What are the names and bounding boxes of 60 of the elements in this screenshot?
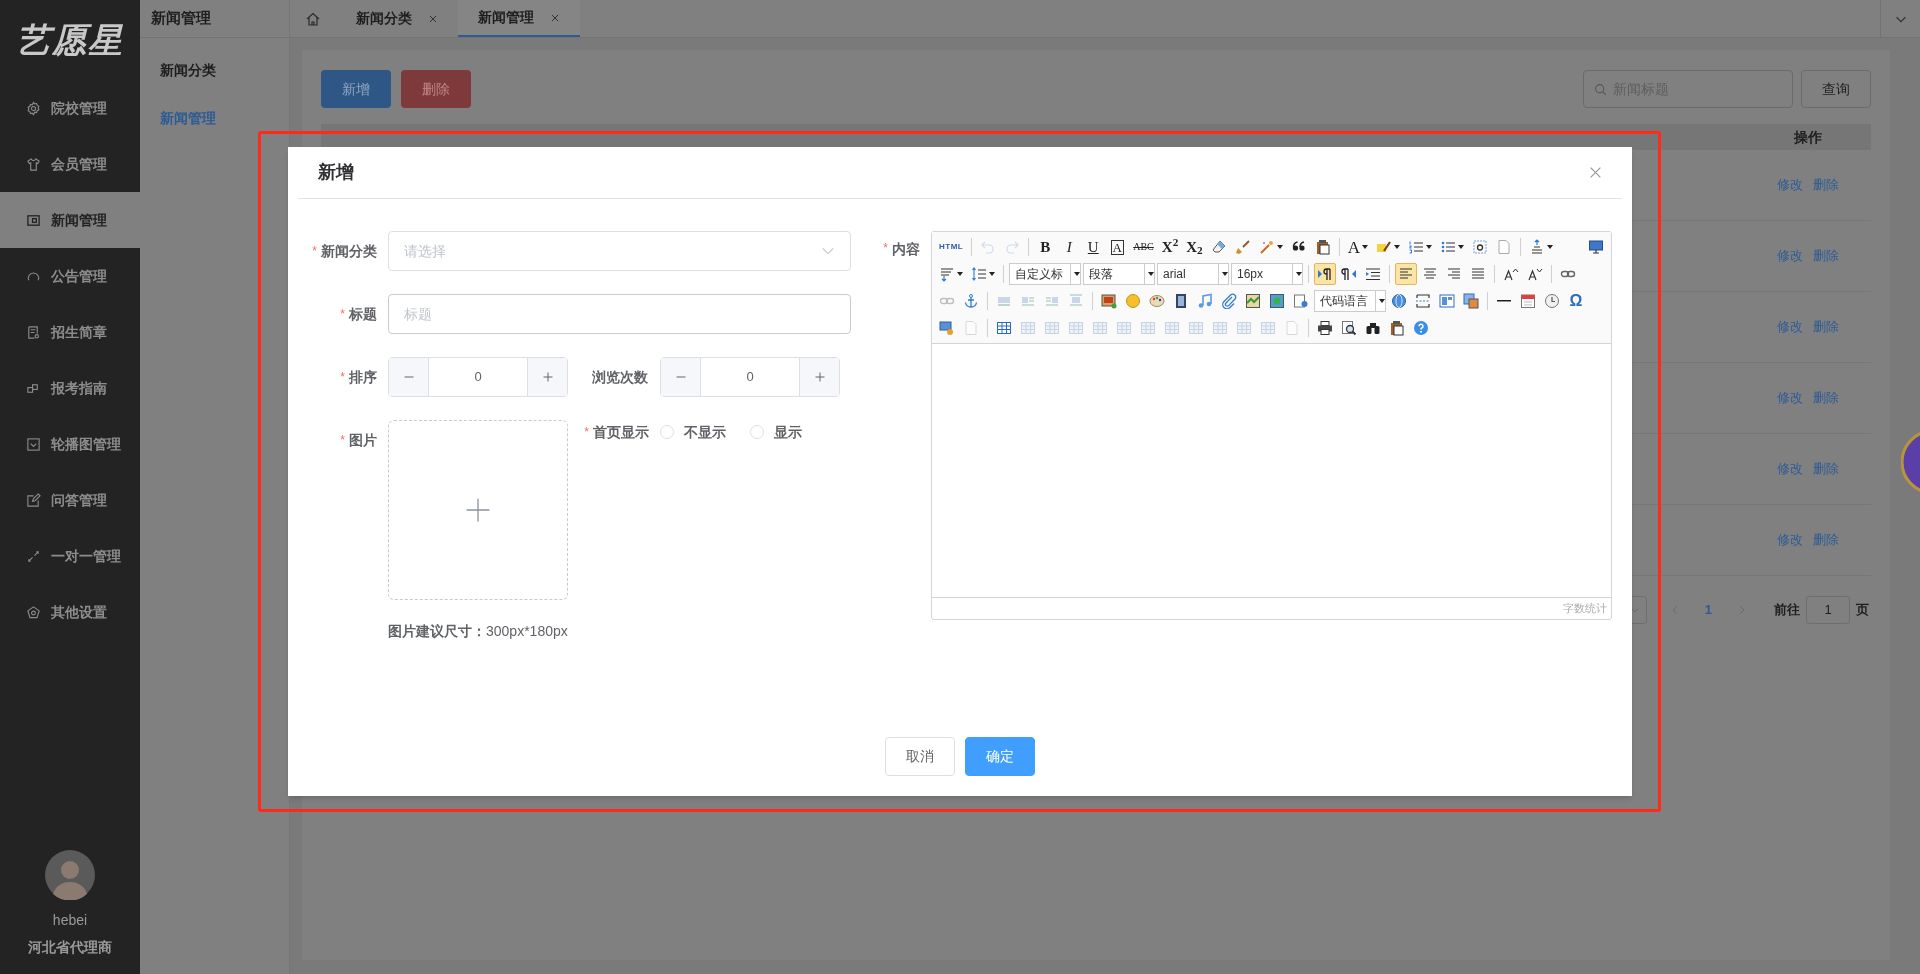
toolbar-select[interactable]: 自定义标 xyxy=(1009,263,1081,285)
toolbar-button[interactable]: A xyxy=(1344,236,1371,258)
add-button[interactable]: 新增 xyxy=(321,70,391,108)
toolbar-button[interactable]: X$_{2}$ xyxy=(1183,236,1206,258)
image-size-hint: 图片建议尺寸：300px*180px xyxy=(387,622,569,641)
user-role: 河北省代理商 xyxy=(28,938,112,957)
toolbar-button[interactable]: B xyxy=(1034,236,1057,258)
field-label: 排序 xyxy=(349,367,377,387)
toolbar-select[interactable]: arial xyxy=(1157,263,1229,285)
sidebar-item[interactable]: 会员管理 xyxy=(0,136,140,192)
required-mark: * xyxy=(883,240,888,257)
delete-button[interactable]: 删除 xyxy=(401,70,471,108)
dialog-title: 新增 xyxy=(318,161,354,184)
sidebar-item[interactable]: 一对一管理 xyxy=(0,528,140,584)
sidebar-item[interactable]: 问答管理 xyxy=(0,472,140,528)
sidebar-item[interactable]: 公告管理 xyxy=(0,248,140,304)
sidebar-item[interactable]: 院校管理 xyxy=(0,80,140,136)
sub-nav-item[interactable]: 新闻分类 xyxy=(140,46,289,94)
toolbar-button[interactable]: I xyxy=(1058,236,1081,258)
toolbar-select[interactable]: 段落 xyxy=(1083,263,1155,285)
field-label: 内容 xyxy=(892,240,920,259)
sidebar-item[interactable]: 其他设置 xyxy=(0,584,140,640)
field-label: 标题 xyxy=(349,304,377,324)
field-label: 浏览次数 xyxy=(592,367,648,387)
field-label: 新闻分类 xyxy=(321,241,377,261)
page-input[interactable]: 1 xyxy=(1806,596,1850,624)
query-button[interactable]: 查询 xyxy=(1801,70,1871,108)
toolbar-button[interactable]: X$^{2}$ xyxy=(1158,236,1182,258)
sidebar-item[interactable]: 新闻管理 xyxy=(0,192,140,248)
confirm-button[interactable]: 确定 xyxy=(965,737,1035,776)
goto-label: 前往 xyxy=(1774,601,1800,620)
toolbar-select[interactable]: 代码语言 xyxy=(1314,290,1386,312)
toolbar-button[interactable]: A xyxy=(1106,236,1129,258)
sidebar-item[interactable]: 报考指南 xyxy=(0,360,140,416)
required-mark: * xyxy=(340,306,345,323)
word-count: 字数统计 xyxy=(1563,601,1607,617)
sidebar-item[interactable]: 招生简章 xyxy=(0,304,140,360)
cancel-button[interactable]: 取消 xyxy=(885,737,955,776)
toolbar-button[interactable]: Ω xyxy=(1565,290,1587,312)
toolbar-button[interactable]: HTML xyxy=(936,236,967,258)
required-mark: * xyxy=(340,432,345,449)
user-name: hebei xyxy=(52,911,88,930)
logo: 艺愿星 xyxy=(15,18,125,62)
tab[interactable]: 新闻管理 xyxy=(458,0,580,37)
toolbar-button[interactable]: U xyxy=(1082,236,1105,258)
sidebar-item[interactable]: 轮播图管理 xyxy=(0,416,140,472)
required-mark: * xyxy=(340,369,345,386)
tab[interactable]: 新闻分类 xyxy=(336,0,458,37)
title-input[interactable]: 标题 xyxy=(388,294,851,334)
column-header: 操作 xyxy=(1793,127,1823,147)
field-label: 首页显示 xyxy=(593,422,649,442)
radio-option[interactable]: 不显示 xyxy=(660,422,726,442)
page-suffix: 页 xyxy=(1856,601,1869,620)
toolbar-select[interactable]: 16px xyxy=(1231,263,1303,285)
radio-option[interactable]: 显示 xyxy=(750,422,802,442)
field-label: 图片 xyxy=(349,430,377,450)
toolbar-button[interactable]: ABC xyxy=(1130,236,1157,258)
required-mark: * xyxy=(312,243,317,260)
section-title: 新闻管理 xyxy=(140,0,289,38)
required-mark: * xyxy=(584,424,589,441)
